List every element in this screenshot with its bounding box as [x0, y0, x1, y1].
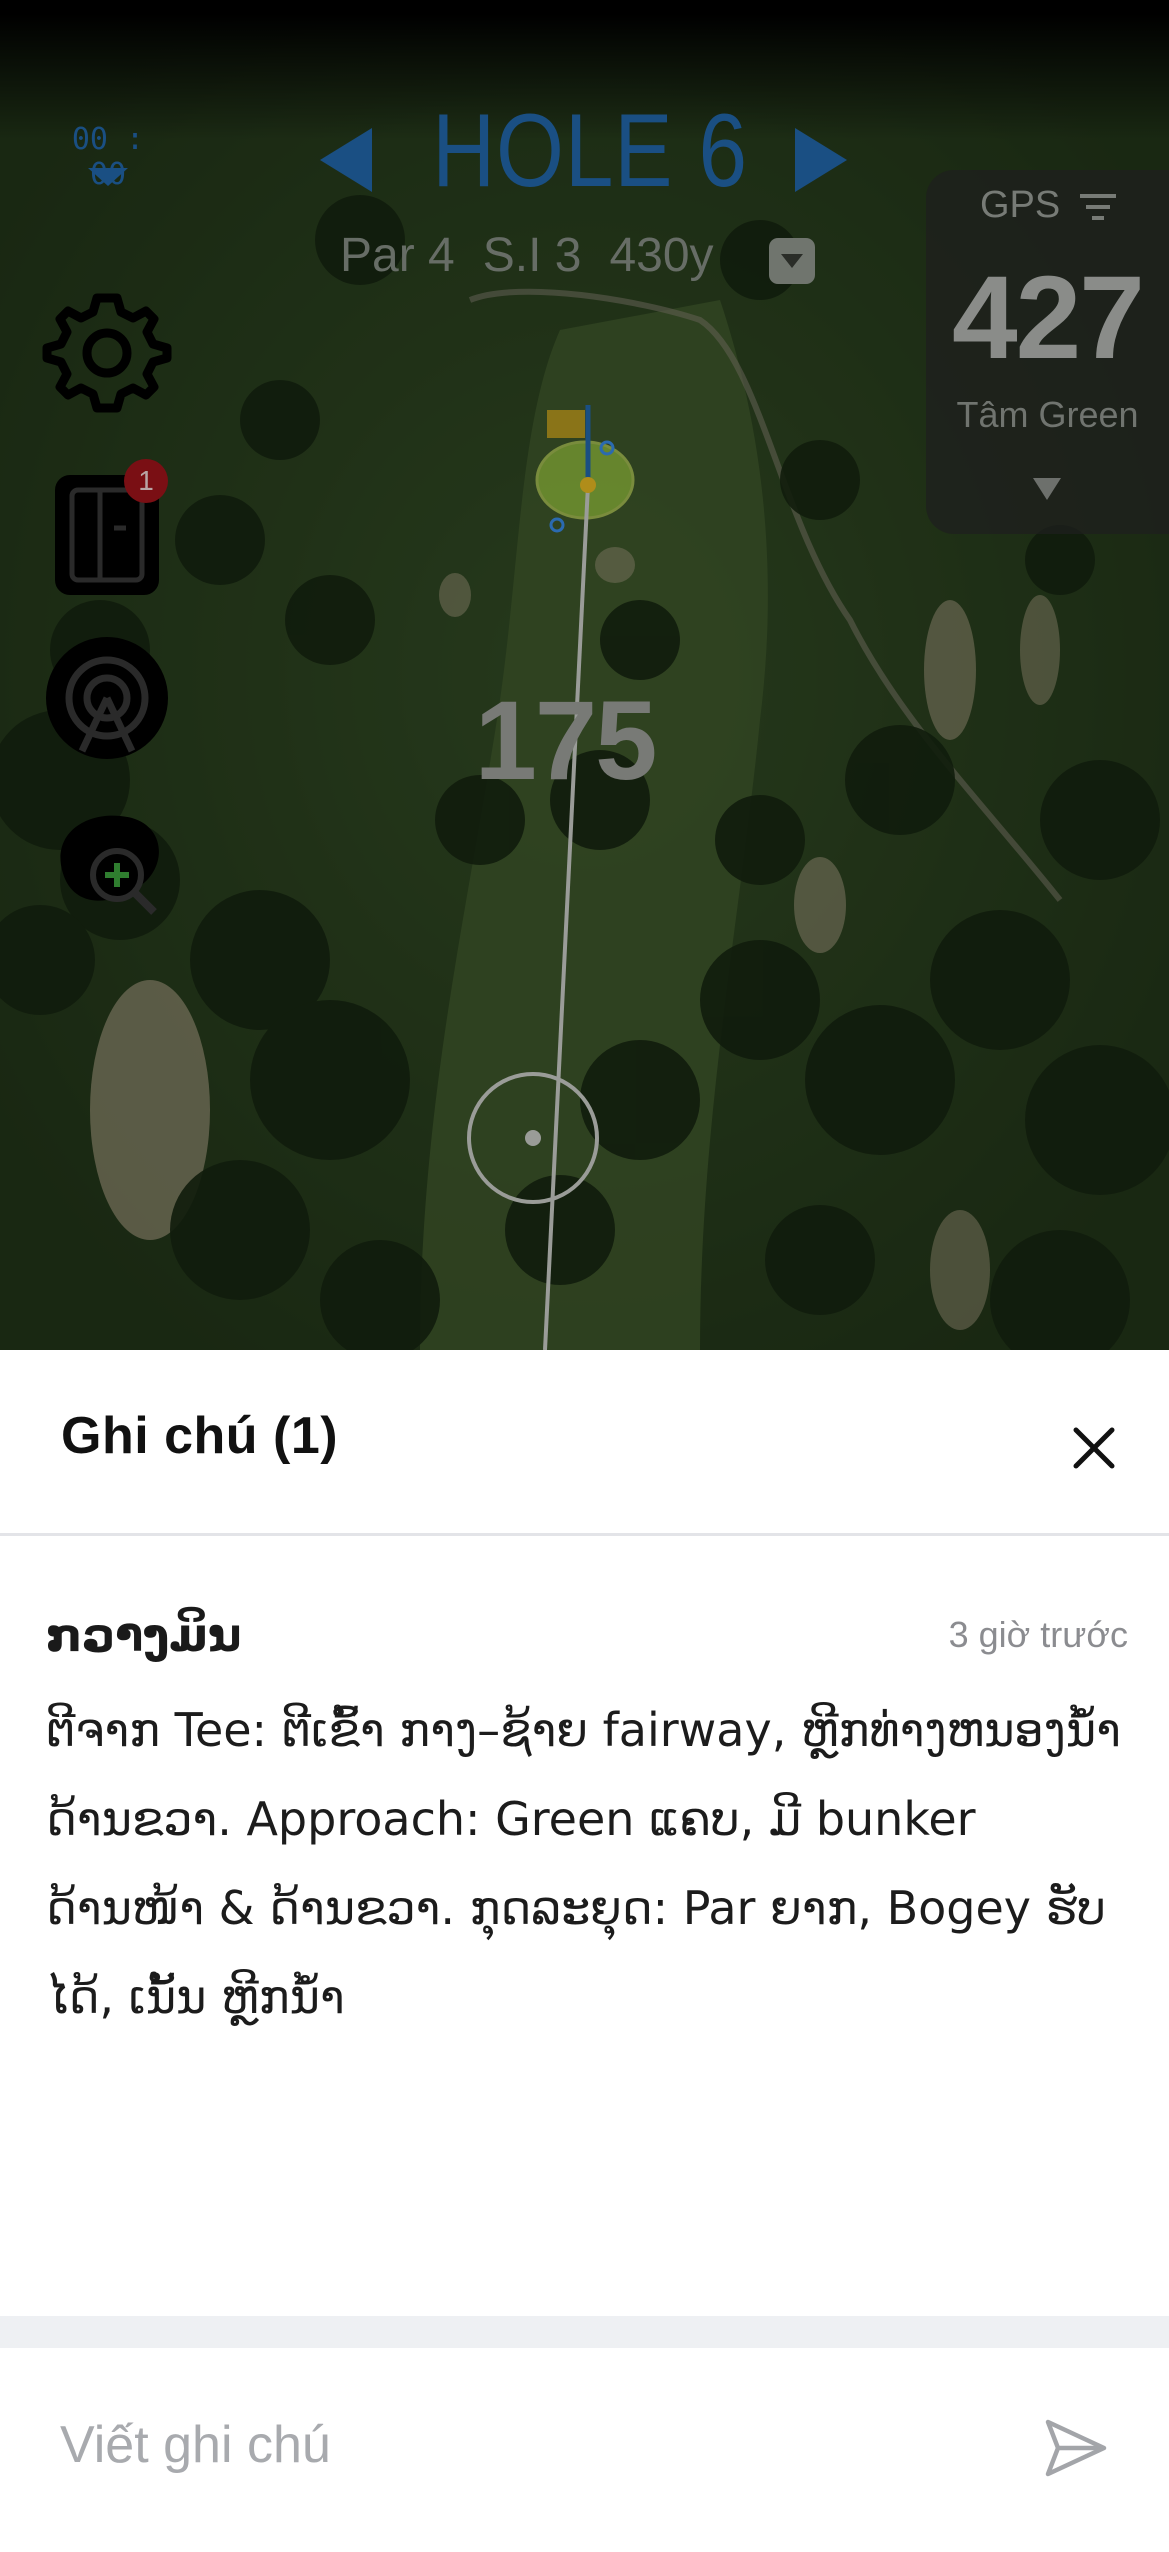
course-map[interactable]: 00 : 00 HOLE 6 Par 4 S.I 3 430y GPS 427 … — [0, 0, 1169, 1350]
notes-title: Ghi chú (1) — [61, 1407, 339, 1465]
notes-sheet: Ghi chú (1) ກວາງມິນ 3 giờ trước ຕີຈາກ Te… — [0, 1350, 1169, 2552]
gear-icon[interactable] — [42, 288, 172, 418]
map-zoom-icon[interactable] — [42, 800, 172, 930]
composer-divider — [0, 2316, 1169, 2348]
gps-distance-value: 427 — [952, 252, 1145, 384]
notes-count-badge: 1 — [124, 459, 168, 503]
next-hole-arrow-icon[interactable] — [795, 128, 847, 192]
map-hud: 00 : 00 HOLE 6 Par 4 S.I 3 430y GPS 427 … — [0, 0, 1169, 1350]
tracker-signal-icon[interactable] — [42, 633, 172, 763]
timer-expand-icon[interactable] — [88, 168, 128, 186]
note-timestamp: 3 giờ trước — [948, 1614, 1128, 1655]
hole-info: Par 4 S.I 3 430y — [340, 228, 714, 283]
note-author: ກວາງມິນ — [46, 1608, 242, 1662]
note-text: ຕີຈາກ Tee: ຕີເຂົ້າ ກາງ–ຊ້າຍ fairway, ຫຼີ… — [46, 1703, 1121, 2024]
notes-header: Ghi chú (1) — [0, 1350, 1169, 1536]
gps-label: GPS — [980, 184, 1061, 226]
filter-icon[interactable] — [1078, 192, 1118, 224]
gps-distance-panel[interactable]: GPS 427 Tâm Green — [926, 170, 1169, 534]
hole-stroke-index: S.I 3 — [482, 229, 582, 282]
hole-details-dropdown-icon[interactable] — [769, 238, 815, 284]
shot-line — [543, 484, 590, 1350]
hole-par: Par 4 — [340, 229, 455, 282]
plays-like-distance: 175 — [474, 678, 658, 803]
green-back-marker — [549, 517, 565, 533]
send-icon[interactable] — [1040, 2412, 1112, 2484]
close-icon[interactable] — [1064, 1418, 1124, 1478]
previous-hole-arrow-icon[interactable] — [320, 128, 372, 192]
hole-length: 430y — [609, 229, 714, 282]
note-input[interactable] — [58, 2404, 962, 2486]
pin-marker — [580, 477, 596, 493]
target-center — [525, 1130, 541, 1146]
hole-title: HOLE 6 — [432, 93, 748, 209]
flag — [547, 410, 585, 438]
gps-expand-icon[interactable] — [1033, 478, 1061, 500]
gps-target-label: Tâm Green — [956, 394, 1139, 435]
note-composer — [0, 2348, 1169, 2552]
